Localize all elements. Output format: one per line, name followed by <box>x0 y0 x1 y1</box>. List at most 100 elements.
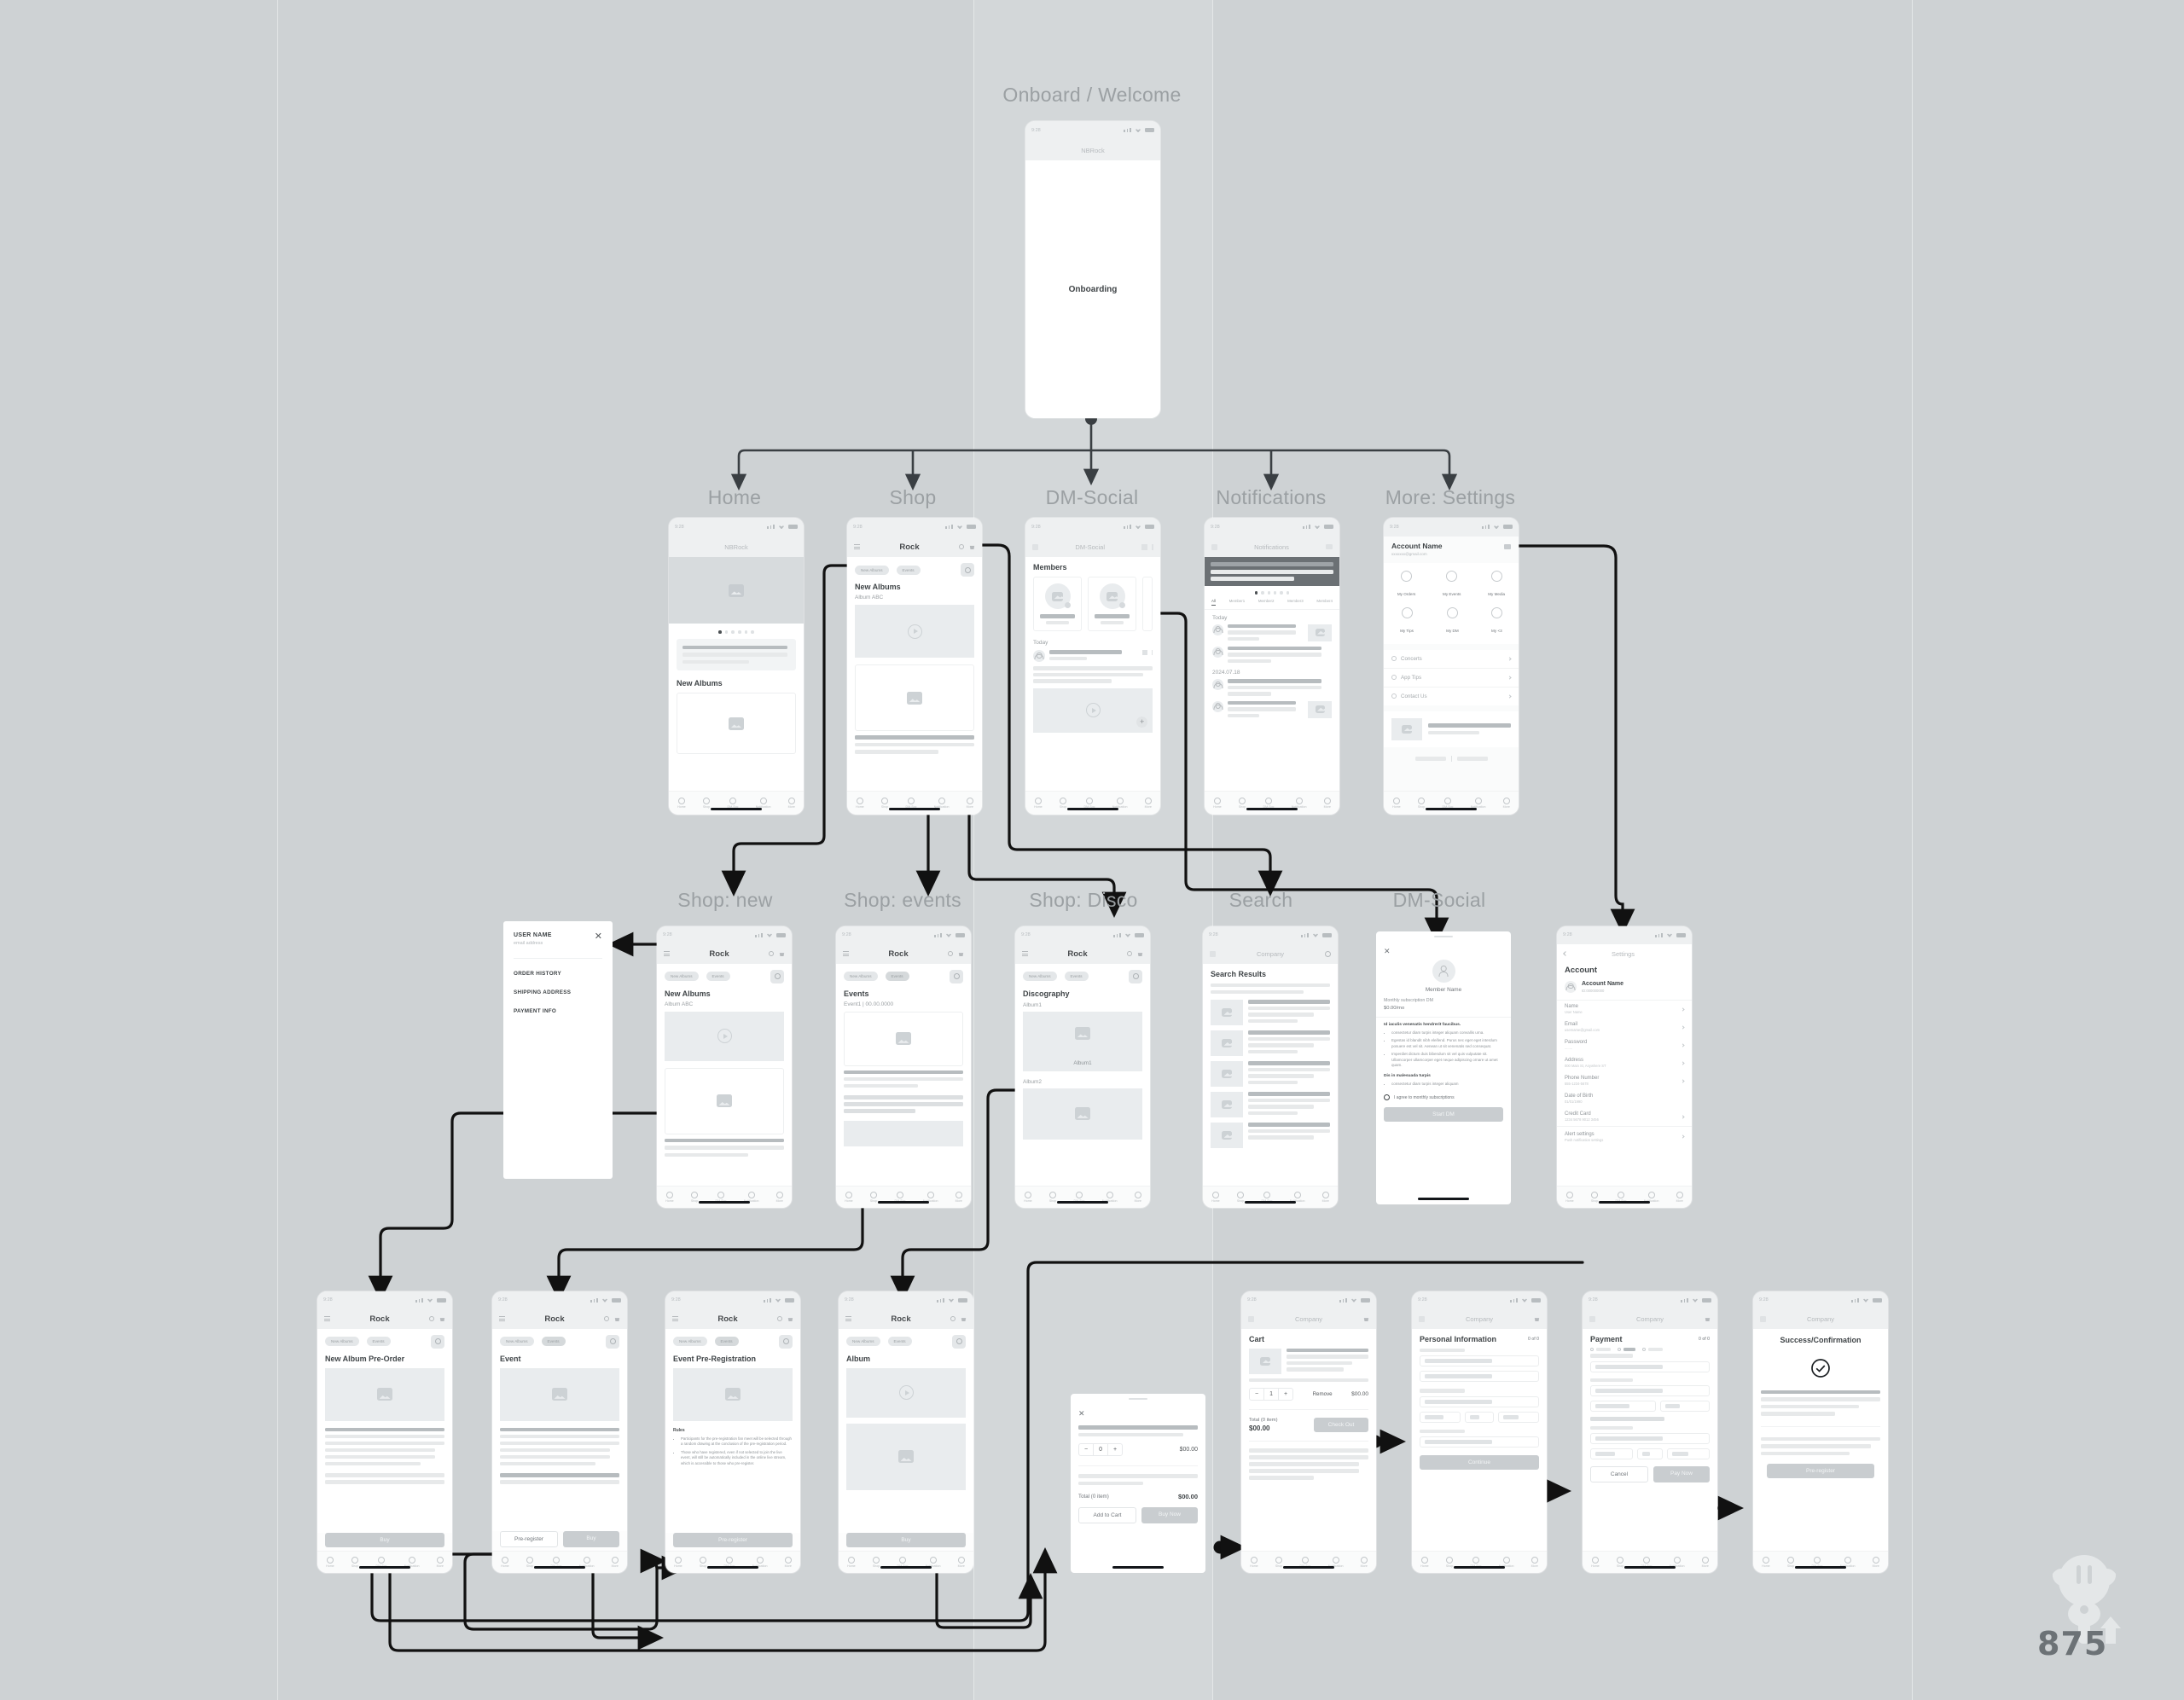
cart-icon[interactable] <box>787 1318 793 1322</box>
tab-home[interactable]: Home <box>856 797 864 809</box>
nav-bar[interactable]: DM-Social <box>1025 536 1160 558</box>
tab-notification[interactable]: Notification <box>1292 797 1306 809</box>
event-image[interactable] <box>500 1367 619 1421</box>
chip-new-albums[interactable]: New Albums <box>855 565 889 575</box>
payment-method-radios[interactable] <box>1583 1347 1717 1355</box>
screen-personal-information[interactable]: 9:28 Company Personal Information 0 of 0 <box>1412 1291 1547 1573</box>
chevron-left-icon[interactable] <box>1563 951 1568 957</box>
pre-register-button[interactable]: Pre-register <box>1767 1464 1874 1479</box>
drawer-item-shipping-address[interactable]: SHIPPING ADDRESS <box>514 989 602 995</box>
filter-chips[interactable]: New Albums Events <box>836 964 971 987</box>
tab-home[interactable]: Home <box>674 1556 682 1568</box>
product-image[interactable] <box>325 1367 444 1421</box>
screen-settings-account[interactable]: 9:28 Settings Account Account Name ID:00… <box>1557 926 1692 1208</box>
discography-icon[interactable] <box>779 1334 793 1349</box>
tab-bar[interactable]: Home Shop DM-Soc Notification More <box>1583 1550 1717 1573</box>
field-cvc[interactable] <box>1659 1401 1710 1413</box>
screen-album[interactable]: 9:28 Rock New Albums Events Album Buy Ho… <box>839 1291 973 1573</box>
hero-image[interactable] <box>669 557 804 624</box>
start-dm-button[interactable]: Start DM <box>1384 1107 1503 1123</box>
discography-icon[interactable] <box>961 563 974 577</box>
action-my-events[interactable]: My Events <box>1443 570 1461 600</box>
tab-shop[interactable]: Shop <box>1049 1191 1056 1203</box>
buy-button[interactable]: Buy <box>563 1530 619 1547</box>
search-icon[interactable] <box>950 1316 956 1322</box>
tab-home[interactable]: Home <box>677 797 686 809</box>
agree-checkbox-row[interactable]: I agree to monthly subscriptions <box>1384 1094 1503 1101</box>
member-card[interactable] <box>1033 577 1082 632</box>
tab-bar[interactable]: Home Shop DM-Soc Notification More <box>317 1550 452 1573</box>
tab-bar[interactable]: Home Shop DM-Soc Notification More <box>1412 1550 1547 1573</box>
menu-icon[interactable] <box>1419 1315 1425 1322</box>
tab-notification[interactable]: Notification <box>1112 797 1127 809</box>
cart-icon[interactable] <box>958 953 964 957</box>
banner[interactable] <box>1205 557 1339 587</box>
account-summary[interactable]: Account Name ID:000000000 <box>1557 980 1692 1001</box>
tab-more[interactable]: More <box>967 797 973 809</box>
field-city[interactable] <box>1420 1411 1461 1423</box>
nav-bar[interactable]: Rock <box>657 943 792 964</box>
album-art[interactable] <box>846 1423 966 1490</box>
tab-notification[interactable]: Notification <box>1471 797 1485 809</box>
menu-icon[interactable] <box>1022 951 1028 957</box>
sheet-buy[interactable]: ✕ − 0 + $00.00 Total (0 item) $00.00 Add… <box>1071 1394 1205 1573</box>
pre-register-button[interactable]: Pre-register <box>500 1530 558 1547</box>
screen-shop[interactable]: 9:28 Rock New Albums Events New Albums A… <box>847 518 982 815</box>
list-item-concerts[interactable]: Concerts <box>1384 650 1519 669</box>
tab-bar[interactable]: Home Shop DM-Soc Notification More <box>1753 1550 1888 1573</box>
filter-chips[interactable]: New Albums Events <box>317 1329 452 1352</box>
chip-events[interactable]: Events <box>714 1337 739 1347</box>
drawer-item-payment-info[interactable]: PAYMENT INFO <box>514 1008 602 1014</box>
chip-events[interactable]: Events <box>366 1337 391 1347</box>
menu-icon[interactable] <box>324 1316 330 1322</box>
tab-bar[interactable]: Home Shop DM-Soc Notification More <box>1203 1185 1338 1208</box>
radio-method-2[interactable] <box>1618 1347 1635 1352</box>
member-tabs[interactable]: All Member1 Member2 Member3 Member4 <box>1205 599 1339 610</box>
carousel-dots[interactable] <box>1205 586 1339 598</box>
tab-more[interactable]: More <box>1531 1556 1538 1568</box>
field-card-name[interactable] <box>1590 1385 1710 1397</box>
menu-icon[interactable] <box>854 544 860 550</box>
nav-bar[interactable]: Rock <box>839 1308 973 1329</box>
screen-event[interactable]: 9:28 Rock New Albums Events Event Pre-re… <box>492 1291 627 1573</box>
field-4[interactable] <box>1420 1436 1539 1448</box>
nav-bar[interactable]: Rock <box>836 943 971 964</box>
promo-card[interactable] <box>1384 711 1519 747</box>
setting-row-phone[interactable]: Phone Number 555-1234-5678 <box>1557 1072 1692 1090</box>
stepper-minus[interactable]: − <box>1079 1444 1095 1456</box>
screen-dm-social[interactable]: 9:28 DM-Social Members Today + Home Shop… <box>1025 518 1160 815</box>
field-3[interactable] <box>1420 1395 1539 1407</box>
tab-bar[interactable]: Home Shop DM-Soc Notification More <box>836 1185 971 1208</box>
tab-home[interactable]: Home <box>1211 1191 1220 1203</box>
tab-shop[interactable]: Shop <box>873 1556 880 1568</box>
album-video[interactable] <box>846 1367 966 1418</box>
tab-more[interactable]: More <box>1135 1191 1141 1203</box>
field-billing-zip[interactable] <box>1667 1448 1710 1460</box>
footer-links[interactable] <box>1384 755 1519 762</box>
buy-button[interactable]: Buy <box>846 1532 966 1547</box>
screen-event-preregistration[interactable]: 9:28 Rock New Albums Events Event Pre-Re… <box>665 1291 800 1573</box>
field-expiry[interactable] <box>1590 1401 1656 1413</box>
setting-row-dob[interactable]: Date of Birth 01/01/1990 <box>1557 1090 1692 1108</box>
tab-home[interactable]: Home <box>1024 1191 1032 1203</box>
quick-actions-grid[interactable]: My Orders My Events My Media My Tips My … <box>1384 562 1519 644</box>
cart-icon[interactable] <box>1705 1318 1711 1322</box>
menu-icon[interactable] <box>664 951 670 957</box>
setting-row-name[interactable]: Name User Name <box>1557 1001 1692 1018</box>
tab-home[interactable]: Home <box>326 1556 334 1568</box>
nav-bar[interactable]: Company <box>1583 1308 1717 1329</box>
album1-card[interactable]: Album1 <box>1023 1011 1142 1071</box>
buy-button[interactable]: Buy <box>325 1532 444 1547</box>
tab-more[interactable]: More <box>785 1556 792 1568</box>
field-billing-state[interactable] <box>1637 1448 1663 1460</box>
tab-shop[interactable]: Shop <box>700 1556 706 1568</box>
translate-icon[interactable] <box>1141 650 1147 656</box>
close-icon[interactable]: ✕ <box>1384 947 1391 955</box>
carousel-dots[interactable] <box>669 624 804 639</box>
field-2[interactable] <box>1420 1371 1539 1383</box>
action-my-hearts[interactable]: My <3 <box>1490 606 1502 636</box>
filter-chips[interactable]: New Albums Events <box>665 1329 800 1352</box>
nav-bar[interactable]: Settings <box>1557 943 1692 964</box>
search-icon[interactable] <box>776 1316 782 1322</box>
screen-success-confirmation[interactable]: 9:28 Company Success/Confirmation Pre-re… <box>1753 1291 1888 1573</box>
